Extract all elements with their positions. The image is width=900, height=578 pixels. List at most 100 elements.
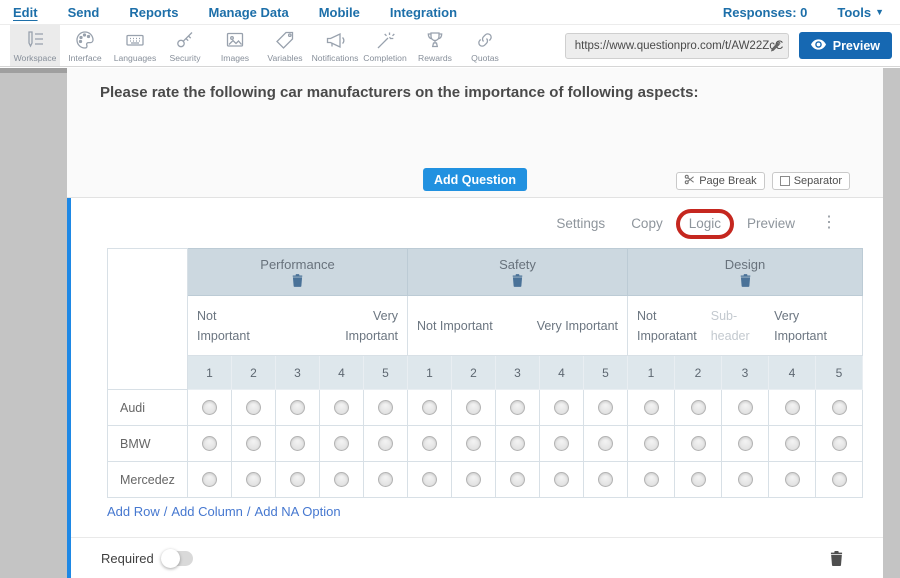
delete-column-group-trash-icon[interactable] bbox=[408, 274, 627, 287]
radio-button[interactable] bbox=[202, 436, 217, 451]
subheader-left-label[interactable]: Not Important bbox=[197, 306, 253, 346]
radio-button[interactable] bbox=[334, 436, 349, 451]
action-logic[interactable]: Logic bbox=[689, 216, 721, 231]
subheader-left-label[interactable]: Not Imporatant bbox=[637, 306, 711, 346]
delete-column-group-trash-icon[interactable] bbox=[188, 274, 407, 287]
toolbar-item-notifications[interactable]: Notifications bbox=[310, 25, 360, 66]
menu-item-manage-data[interactable]: Manage Data bbox=[208, 5, 288, 20]
radio-button[interactable] bbox=[202, 400, 217, 415]
column-group-label[interactable]: Design bbox=[628, 257, 862, 272]
add-row-link[interactable]: Add Row bbox=[107, 504, 160, 519]
add-question-button[interactable]: Add Question bbox=[423, 168, 527, 191]
row-label[interactable]: Mercedez bbox=[108, 462, 188, 498]
menu-item-mobile[interactable]: Mobile bbox=[319, 5, 360, 20]
menu-item-edit[interactable]: Edit bbox=[13, 5, 38, 20]
radio-button[interactable] bbox=[378, 472, 393, 487]
menu-item-integration[interactable]: Integration bbox=[390, 5, 457, 20]
action-copy[interactable]: Copy bbox=[631, 216, 663, 231]
toolbar-item-rewards[interactable]: Rewards bbox=[410, 25, 460, 66]
required-toggle[interactable] bbox=[163, 551, 193, 566]
preview-button[interactable]: Preview bbox=[799, 32, 892, 59]
action-settings[interactable]: Settings bbox=[556, 216, 605, 231]
toolbar-item-interface[interactable]: Interface bbox=[60, 25, 110, 66]
subheader-right-label[interactable]: Very Important bbox=[334, 306, 398, 346]
responses-count[interactable]: Responses: 0 bbox=[723, 5, 808, 20]
radio-button[interactable] bbox=[738, 400, 753, 415]
radio-button[interactable] bbox=[554, 436, 569, 451]
radio-button[interactable] bbox=[832, 472, 847, 487]
radio-button[interactable] bbox=[466, 400, 481, 415]
toolbar-item-completion[interactable]: Completion bbox=[360, 25, 410, 66]
radio-button[interactable] bbox=[644, 436, 659, 451]
toolbar-item-security[interactable]: Security bbox=[160, 25, 210, 66]
radio-button[interactable] bbox=[832, 436, 847, 451]
radio-button[interactable] bbox=[785, 436, 800, 451]
radio-button[interactable] bbox=[422, 400, 437, 415]
subheader-right-label[interactable]: Very Important bbox=[537, 316, 618, 336]
delete-column-group-trash-icon[interactable] bbox=[628, 274, 862, 287]
edit-url-pencil-icon[interactable] bbox=[770, 41, 781, 52]
radio-button[interactable] bbox=[246, 436, 261, 451]
radio-button[interactable] bbox=[334, 472, 349, 487]
radio-button[interactable] bbox=[246, 400, 261, 415]
radio-button[interactable] bbox=[466, 472, 481, 487]
radio-button[interactable] bbox=[554, 472, 569, 487]
row-label[interactable]: BMW bbox=[108, 426, 188, 462]
radio-button[interactable] bbox=[290, 400, 305, 415]
column-group-header[interactable]: Performance bbox=[188, 249, 408, 296]
menu-item-send[interactable]: Send bbox=[68, 5, 100, 20]
toolbar-item-variables[interactable]: Variables bbox=[260, 25, 310, 66]
radio-button[interactable] bbox=[598, 400, 613, 415]
column-group-header[interactable]: Safety bbox=[408, 249, 628, 296]
radio-button[interactable] bbox=[785, 400, 800, 415]
action-preview[interactable]: Preview bbox=[747, 216, 795, 231]
radio-button[interactable] bbox=[738, 436, 753, 451]
radio-button[interactable] bbox=[290, 436, 305, 451]
radio-button[interactable] bbox=[598, 472, 613, 487]
radio-button[interactable] bbox=[691, 472, 706, 487]
subheader-placeholder[interactable]: Sub-header bbox=[711, 306, 774, 346]
radio-button[interactable] bbox=[334, 400, 349, 415]
radio-button[interactable] bbox=[422, 436, 437, 451]
toolbar-item-images[interactable]: Images bbox=[210, 25, 260, 66]
radio-button[interactable] bbox=[785, 472, 800, 487]
survey-url-input[interactable]: https://www.questionpro.com/t/AW22ZcC bbox=[565, 33, 789, 59]
column-group-label[interactable]: Performance bbox=[188, 257, 407, 272]
add-na-option-link[interactable]: Add NA Option bbox=[255, 504, 341, 519]
tools-menu[interactable]: Tools ▼ bbox=[837, 5, 884, 20]
radio-button[interactable] bbox=[691, 436, 706, 451]
radio-button[interactable] bbox=[644, 400, 659, 415]
menu-item-reports[interactable]: Reports bbox=[129, 5, 178, 20]
radio-button[interactable] bbox=[510, 472, 525, 487]
question-text[interactable]: Please rate the following car manufactur… bbox=[100, 84, 698, 101]
column-group-header[interactable]: Design bbox=[628, 249, 863, 296]
column-group-label[interactable]: Safety bbox=[408, 257, 627, 272]
separator-button[interactable]: Separator bbox=[772, 172, 850, 190]
page-break-label: Page Break bbox=[699, 175, 756, 187]
radio-button[interactable] bbox=[554, 400, 569, 415]
radio-button[interactable] bbox=[691, 400, 706, 415]
radio-button[interactable] bbox=[466, 436, 481, 451]
toolbar-item-quotas[interactable]: Quotas bbox=[460, 25, 510, 66]
radio-button[interactable] bbox=[510, 400, 525, 415]
kebab-menu-icon[interactable]: ⋮ bbox=[821, 215, 837, 231]
subheader-left-label[interactable]: Not Important bbox=[417, 316, 493, 336]
radio-button[interactable] bbox=[510, 436, 525, 451]
row-label[interactable]: Audi bbox=[108, 390, 188, 426]
radio-button[interactable] bbox=[422, 472, 437, 487]
add-column-link[interactable]: Add Column bbox=[171, 504, 243, 519]
radio-button[interactable] bbox=[832, 400, 847, 415]
toolbar-item-workspace[interactable]: Workspace bbox=[10, 25, 60, 66]
radio-button[interactable] bbox=[598, 436, 613, 451]
radio-button[interactable] bbox=[378, 400, 393, 415]
subheader-right-label[interactable]: Very Important bbox=[774, 306, 853, 346]
page-break-button[interactable]: Page Break bbox=[676, 172, 764, 190]
radio-button[interactable] bbox=[644, 472, 659, 487]
radio-button[interactable] bbox=[378, 436, 393, 451]
toolbar-item-languages[interactable]: Languages bbox=[110, 25, 160, 66]
delete-question-trash-icon[interactable] bbox=[830, 551, 843, 566]
radio-button[interactable] bbox=[738, 472, 753, 487]
radio-button[interactable] bbox=[202, 472, 217, 487]
radio-button[interactable] bbox=[246, 472, 261, 487]
radio-button[interactable] bbox=[290, 472, 305, 487]
